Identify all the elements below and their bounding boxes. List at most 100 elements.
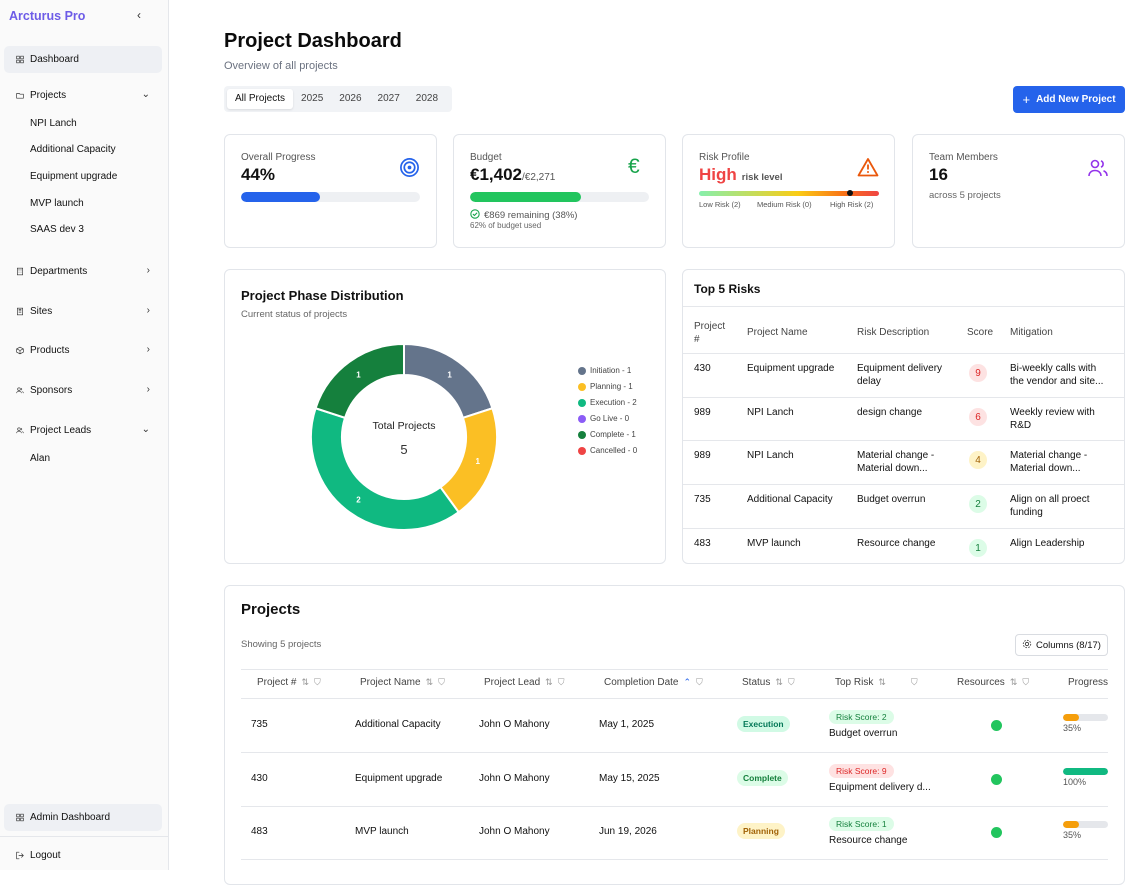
filter-icon[interactable]: ⛉ bbox=[314, 677, 321, 688]
sidebar-item-admin-dashboard[interactable]: Admin Dashboard bbox=[4, 804, 162, 831]
top-risk-description: Resource change bbox=[829, 835, 908, 846]
legend-item[interactable]: Complete - 1 bbox=[578, 430, 636, 439]
col-project-lead[interactable]: Project Lead ⇅ ⛉ bbox=[484, 677, 564, 688]
sort-icon[interactable]: ⇅ bbox=[775, 677, 783, 688]
resources-status-dot bbox=[991, 827, 1002, 838]
col-status[interactable]: Status ⇅ ⛉ bbox=[742, 677, 795, 688]
col-completion-date[interactable]: Completion Date ⌃ ⛉ bbox=[604, 677, 703, 688]
page-subtitle: Overview of all projects bbox=[224, 60, 338, 72]
project-lead: John O Mahony bbox=[479, 826, 550, 837]
divider bbox=[683, 306, 1124, 307]
progress-label: 35% bbox=[1063, 830, 1082, 840]
col-top-risk[interactable]: Top Risk ⇅ ⛉ bbox=[835, 677, 918, 688]
chevron-right-icon: › bbox=[146, 305, 150, 316]
divider bbox=[683, 484, 1124, 485]
sort-icon[interactable]: ⇅ bbox=[301, 677, 309, 688]
sidebar-subitem-project[interactable]: NPI Lanch bbox=[30, 118, 77, 129]
filter-icon[interactable]: ⛉ bbox=[788, 677, 795, 688]
sidebar-subitem-project[interactable]: Equipment upgrade bbox=[30, 171, 117, 182]
tab-2026[interactable]: 2026 bbox=[331, 89, 369, 109]
sort-icon[interactable]: ⇅ bbox=[1010, 677, 1018, 688]
filter-icon[interactable]: ⛉ bbox=[438, 677, 445, 688]
donut-slice-initiation[interactable] bbox=[403, 342, 494, 420]
sidebar-item-label: Admin Dashboard bbox=[30, 812, 111, 823]
col-project-num[interactable]: Project # ⇅ ⛉ bbox=[257, 677, 321, 688]
legend-swatch bbox=[578, 430, 586, 439]
col-label: Resources bbox=[957, 677, 1005, 688]
app-brand[interactable]: Arcturus Pro bbox=[9, 9, 85, 23]
risk-description: Budget overrun bbox=[857, 494, 926, 505]
sidebar-item-sponsors[interactable]: Sponsors › bbox=[4, 377, 162, 404]
kpi-label: Team Members bbox=[929, 152, 998, 163]
sidebar-item-logout[interactable]: Logout bbox=[4, 842, 162, 869]
logout-icon bbox=[4, 850, 24, 861]
col-project-name[interactable]: Project Name ⇅ ⛉ bbox=[360, 677, 445, 688]
resources-status-dot bbox=[991, 720, 1002, 731]
users-icon bbox=[4, 385, 24, 396]
filter-icon[interactable]: ⛉ bbox=[696, 677, 703, 688]
sidebar-item-products[interactable]: Products › bbox=[4, 337, 162, 364]
sidebar-item-sites[interactable]: Sites › bbox=[4, 298, 162, 325]
project-name[interactable]: MVP launch bbox=[355, 826, 409, 837]
col-progress[interactable]: Progress bbox=[1068, 677, 1108, 688]
resources-status-dot bbox=[991, 774, 1002, 785]
project-name[interactable]: Equipment upgrade bbox=[355, 773, 442, 784]
filter-icon[interactable]: ⛉ bbox=[911, 677, 918, 688]
tab-2027[interactable]: 2027 bbox=[370, 89, 408, 109]
risk-project-name: MVP launch bbox=[747, 538, 801, 549]
risk-description: design change bbox=[857, 407, 923, 418]
progress-label: 100% bbox=[1063, 777, 1087, 787]
divider bbox=[241, 806, 1108, 807]
project-date: Jun 19, 2026 bbox=[599, 826, 657, 837]
sidebar-subitem-project[interactable]: Additional Capacity bbox=[30, 144, 116, 155]
col-label: Completion Date bbox=[604, 677, 679, 688]
sidebar-item-projects[interactable]: Projects ⌄ bbox=[4, 82, 162, 109]
sidebar-subitem-lead[interactable]: Alan bbox=[30, 453, 50, 464]
legend-item[interactable]: Initiation - 1 bbox=[578, 366, 631, 375]
legend-label: Initiation - 1 bbox=[590, 366, 632, 375]
progress-bar bbox=[241, 192, 420, 202]
tab-all-projects[interactable]: All Projects bbox=[227, 89, 294, 109]
kpi-card-progress: Overall Progress 44% bbox=[224, 134, 437, 248]
risk-project-num: 735 bbox=[694, 494, 711, 505]
columns-button[interactable]: Columns (8/17) bbox=[1015, 634, 1108, 656]
chevron-right-icon: › bbox=[146, 265, 150, 276]
sidebar-subitem-project[interactable]: SAAS dev 3 bbox=[30, 224, 84, 235]
sidebar-item-project-leads[interactable]: Project Leads ⌄ bbox=[4, 417, 162, 444]
chevron-left-icon[interactable]: ‹ bbox=[137, 8, 141, 22]
sort-asc-icon[interactable]: ⌃ bbox=[683, 677, 691, 688]
donut-slice-complete[interactable] bbox=[314, 342, 405, 420]
risk-medium-label: Medium Risk (0) bbox=[757, 200, 812, 209]
sidebar-item-label: Departments bbox=[30, 266, 88, 277]
sidebar-subitem-project[interactable]: MVP launch bbox=[30, 198, 84, 209]
sort-icon[interactable]: ⇅ bbox=[426, 677, 434, 688]
top-risks-title: Top 5 Risks bbox=[694, 282, 761, 296]
project-lead: John O Mahony bbox=[479, 719, 550, 730]
legend-swatch bbox=[578, 382, 586, 391]
euro-icon: € bbox=[628, 155, 640, 178]
tab-2028[interactable]: 2028 bbox=[408, 89, 446, 109]
legend-item[interactable]: Planning - 1 bbox=[578, 382, 633, 391]
legend-item[interactable]: Cancelled - 0 bbox=[578, 446, 637, 455]
col-label: Project Name bbox=[360, 677, 421, 688]
sort-icon[interactable]: ⇅ bbox=[545, 677, 553, 688]
sort-icon[interactable]: ⇅ bbox=[878, 677, 886, 688]
legend-swatch bbox=[578, 414, 586, 423]
legend-item[interactable]: Execution - 2 bbox=[578, 398, 637, 407]
sidebar-item-departments[interactable]: Departments › bbox=[4, 258, 162, 285]
col-label: Status bbox=[742, 677, 771, 688]
add-new-project-button[interactable]: + Add New Project bbox=[1013, 86, 1125, 113]
sidebar-item-label: Projects bbox=[30, 90, 67, 101]
col-resources[interactable]: Resources ⇅ ⛉ bbox=[957, 677, 1029, 688]
legend-swatch bbox=[578, 366, 586, 375]
col-label: Top Risk bbox=[835, 677, 874, 688]
warning-icon bbox=[857, 157, 879, 182]
filter-icon[interactable]: ⛉ bbox=[1022, 677, 1029, 688]
legend-item[interactable]: Go Live - 0 bbox=[578, 414, 629, 423]
tab-2025[interactable]: 2025 bbox=[293, 89, 331, 109]
legend-label: Complete - 1 bbox=[590, 430, 636, 439]
filter-icon[interactable]: ⛉ bbox=[558, 677, 565, 688]
sidebar-item-dashboard[interactable]: Dashboard bbox=[4, 46, 162, 73]
progress-bar bbox=[1063, 714, 1108, 721]
project-name[interactable]: Additional Capacity bbox=[355, 719, 441, 730]
